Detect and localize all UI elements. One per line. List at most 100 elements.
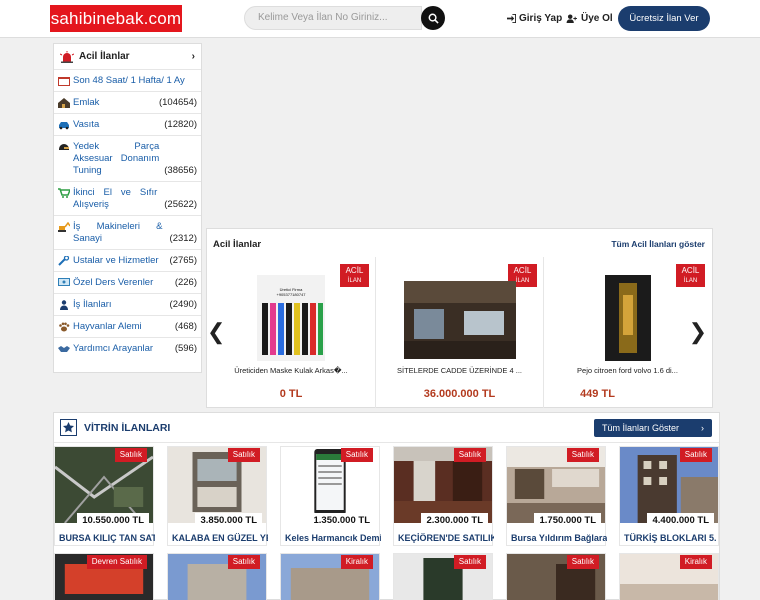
listing-badge: Satılık (679, 448, 712, 462)
listing-price: 4.400.000 TL (647, 513, 714, 528)
vitrin-card[interactable]: Satılık 2.300.000 TL KEÇİÖREN'DE SATILIK (393, 446, 494, 546)
sidebar-item-ustalar[interactable]: Ustalar ve Hizmetler (2765) (54, 250, 201, 272)
vitrin-card[interactable]: Satılık (167, 553, 267, 600)
sidebar-item-label: Yardımcı Arayanlar (73, 343, 154, 354)
sidebar-item-ikinci-el[interactable]: İkinci El ve Sıfır Alışveriş (25622) (54, 182, 201, 216)
listing-image-caption: Üretici Firma +905377180747 (276, 287, 306, 297)
sidebar-item-label: İş Makineleri & Sanayi (73, 221, 163, 244)
sidebar-item-label: İş İlanları (73, 299, 112, 310)
site-header: sahibinebak.com Kelime Veya İlan No Giri… (0, 0, 760, 38)
house-icon (58, 98, 70, 108)
listing-image (403, 281, 516, 359)
add-user-icon (566, 14, 577, 23)
vitrin-card[interactable]: Satılık 10.550.000 TL BURSA KILIÇ TAN SA… (54, 446, 155, 546)
listing-title: KALABA EN GÜZEL YE (172, 533, 268, 543)
vitrin-show-all-button[interactable]: Tüm İlanları Göster › (594, 419, 712, 437)
vitrin-card[interactable]: Kiralık (619, 553, 719, 600)
worker-icon (60, 300, 68, 310)
sidebar-item-count: (104654) (158, 97, 197, 108)
sidebar-item-count: (2765) (169, 255, 197, 266)
category-sidebar: Acil İlanlar › Son 48 Saat/ 1 Hafta/ 1 A… (53, 43, 202, 373)
chevron-right-icon[interactable]: › (192, 51, 195, 62)
sidebar-header[interactable]: Acil İlanlar › (54, 44, 201, 70)
search-input[interactable]: Kelime Veya İlan No Giriniz... (244, 6, 422, 30)
search-button[interactable] (421, 6, 445, 30)
listing-price: 1.750.000 TL (534, 513, 601, 528)
sidebar-item-yedek-parca[interactable]: Yedek Parça Aksesuar Donanım Tuning (386… (54, 136, 201, 182)
post-ad-button[interactable]: Ücretsiz İlan Ver (618, 6, 710, 31)
vitrin-card[interactable]: Satılık 4.400.000 TL TÜRKİŞ BLOKLARI 5. (619, 446, 719, 546)
listing-badge: Kiralık (679, 555, 712, 569)
acil-show-all-link[interactable]: Tüm Acil İlanları göster (611, 239, 705, 249)
listing-badge: Kiralık (340, 555, 373, 569)
site-logo[interactable]: sahibinebak.com (50, 5, 182, 32)
sidebar-item-recent[interactable]: Son 48 Saat/ 1 Hafta/ 1 Ay (54, 70, 201, 92)
vitrin-header: VİTRİN İLANLARI Tüm İlanları Göster › (54, 413, 719, 443)
teacher-icon (58, 278, 70, 286)
acil-badge: ACİL İLAN (340, 264, 369, 287)
listing-badge: Satılık (114, 448, 147, 462)
sidebar-title: Acil İlanlar (79, 51, 130, 62)
sidebar-item-is-makineleri[interactable]: İş Makineleri & Sanayi (2312) (54, 216, 201, 250)
listing-badge: Satılık (453, 555, 486, 569)
listing-title: Keles Harmancık Demi (285, 533, 381, 543)
sidebar-item-hayvanlar[interactable]: Hayvanlar Alemi (468) (54, 316, 201, 338)
login-link[interactable]: Giriş Yap (507, 13, 562, 24)
listing-price: 2.300.000 TL (421, 513, 488, 528)
sidebar-item-ozel-ders[interactable]: Özel Ders Verenler (226) (54, 272, 201, 294)
listing-price: 1.350.000 TL (308, 513, 375, 528)
acil-section-title: Acil İlanlar (213, 239, 262, 250)
acil-card-title: Pejo citroen ford volvo 1.6 di... (577, 366, 678, 375)
listing-title: Bursa Yıldırım Bağlara (511, 533, 607, 543)
listing-badge: Satılık (227, 555, 260, 569)
calendar-icon (58, 77, 70, 86)
login-icon (507, 14, 516, 23)
vitrin-show-all-label: Tüm İlanları Göster (602, 423, 680, 433)
helmet-icon (59, 144, 69, 150)
vitrin-card[interactable]: Satılık 3.850.000 TL KALABA EN GÜZEL YE (167, 446, 268, 546)
acil-card-title: SİTELERDE CADDE ÜZERİNDE 4 ... (396, 366, 523, 375)
sidebar-item-label: Hayvanlar Alemi (73, 321, 142, 332)
vitrin-title: VİTRİN İLANLARI (84, 422, 171, 434)
sidebar-item-vasita[interactable]: Vasıta (12820) (54, 114, 201, 136)
listing-image (604, 275, 651, 361)
acil-card-title: Üreticiden Maske Kulak Arkas�... (234, 366, 348, 375)
acil-card-price: 449 TL (580, 388, 615, 400)
sidebar-item-label: Yedek Parça Aksesuar Donanım Tuning (73, 141, 160, 176)
vitrin-card[interactable]: Kiralık (280, 553, 380, 600)
cart-icon (58, 188, 70, 198)
car-icon (59, 122, 69, 130)
acil-card[interactable]: ACİL İLAN Üretici Firma +905377180747 Üre… (207, 257, 375, 408)
listing-title: BURSA KILIÇ TAN SAT (59, 533, 155, 543)
listing-badge: Satılık (227, 448, 260, 462)
register-link[interactable]: Üye Ol (566, 13, 613, 24)
star-icon (60, 419, 77, 436)
sidebar-item-count: (468) (174, 321, 197, 332)
sidebar-item-emlak[interactable]: Emlak (104654) (54, 92, 201, 114)
acil-card[interactable]: ACİL İLAN Pejo citroen ford volvo 1.6 di.… (543, 257, 711, 408)
sidebar-item-count: (25622) (164, 199, 197, 210)
listing-title: TÜRKİŞ BLOKLARI 5. (624, 533, 717, 543)
acil-card[interactable]: ACİL İLAN SİTELERDE CADDE ÜZERİNDE 4 ... … (375, 257, 543, 408)
sidebar-item-count: (2490) (169, 299, 197, 310)
listing-title: KEÇİÖREN'DE SATILIK (398, 533, 494, 543)
sidebar-item-label: Ustalar ve Hizmetler (73, 255, 159, 266)
vitrin-card[interactable]: Devren Satılık (54, 553, 154, 600)
sidebar-item-label: Özel Ders Verenler (73, 277, 154, 288)
sidebar-item-is-ilanlari[interactable]: İş İlanları (2490) (54, 294, 201, 316)
vitrin-card[interactable]: Satılık (393, 553, 493, 600)
tools-icon (58, 256, 70, 266)
sidebar-item-label: İkinci El ve Sıfır Alışveriş (73, 187, 158, 210)
vitrin-card[interactable]: Satılık (506, 553, 606, 600)
siren-icon (60, 50, 74, 63)
sidebar-item-count: (2312) (169, 233, 197, 244)
listing-badge: Satılık (453, 448, 486, 462)
sidebar-item-count: (12820) (164, 119, 197, 130)
vitrin-card[interactable]: Satılık 1.350.000 TL Keles Harmancık Dem… (280, 446, 381, 546)
sidebar-item-yardimci[interactable]: Yardımcı Arayanlar (596) (54, 338, 201, 359)
sidebar-item-label: Emlak (73, 97, 100, 108)
login-label: Giriş Yap (519, 13, 563, 24)
sidebar-item-label: Vasıta (73, 119, 100, 130)
vitrin-card[interactable]: Satılık 1.750.000 TL Bursa Yıldırım Bağl… (506, 446, 607, 546)
sidebar-item-label: Son 48 Saat/ 1 Hafta/ 1 Ay (73, 75, 185, 86)
